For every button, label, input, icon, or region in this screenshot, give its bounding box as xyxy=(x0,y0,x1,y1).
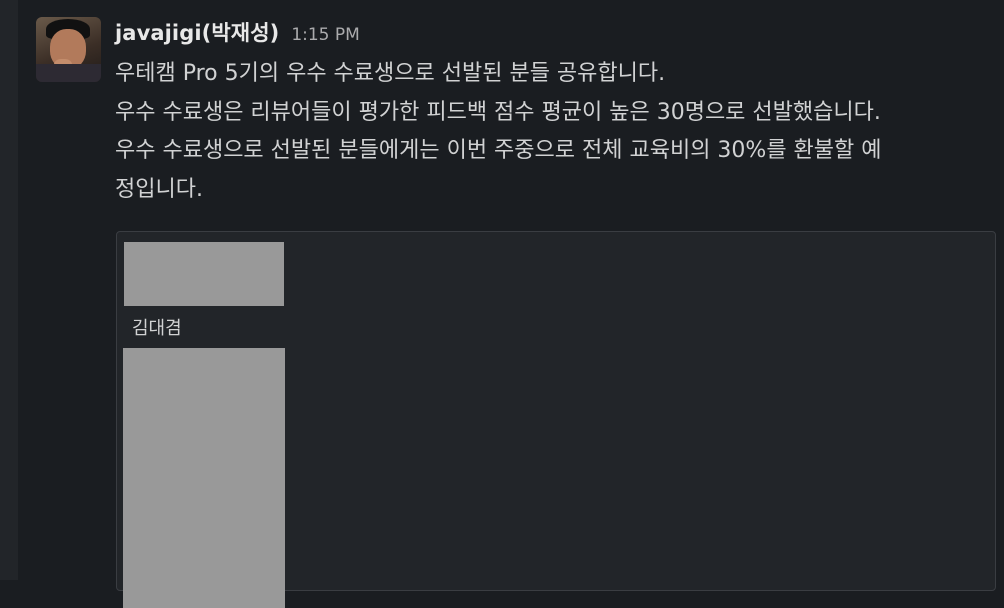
message-line: 정입니다. xyxy=(115,176,203,202)
message-line: 우테캠 Pro 5기의 우수 수료생으로 선발된 분들 공유합니다. xyxy=(115,61,666,86)
attachment-caption: 김대겸 xyxy=(132,318,182,339)
attachment-image-placeholder[interactable] xyxy=(123,348,285,608)
author-name[interactable]: javajigi(박재성) xyxy=(115,17,279,47)
attachment-card[interactable]: 김대겸 xyxy=(116,231,996,608)
avatar[interactable] xyxy=(36,17,101,82)
avatar-shirt xyxy=(36,64,101,82)
message-body: 우테캠 Pro 5기의 우수 수료생으로 선발된 분들 공유합니다. 우수 수료… xyxy=(115,55,995,209)
message-timestamp[interactable]: 1:15 PM xyxy=(291,25,360,45)
attachment-image-placeholder[interactable] xyxy=(124,242,284,306)
sidebar-edge xyxy=(0,0,18,580)
message-header: javajigi(박재성) 1:15 PM xyxy=(115,17,360,47)
message-line: 우수 수료생으로 선발된 분들에게는 이번 주중으로 전체 교육비의 30%를 … xyxy=(115,138,882,163)
message-line: 우수 수료생은 리뷰어들이 평가한 피드백 점수 평균이 높은 30명으로 선발… xyxy=(115,99,881,125)
